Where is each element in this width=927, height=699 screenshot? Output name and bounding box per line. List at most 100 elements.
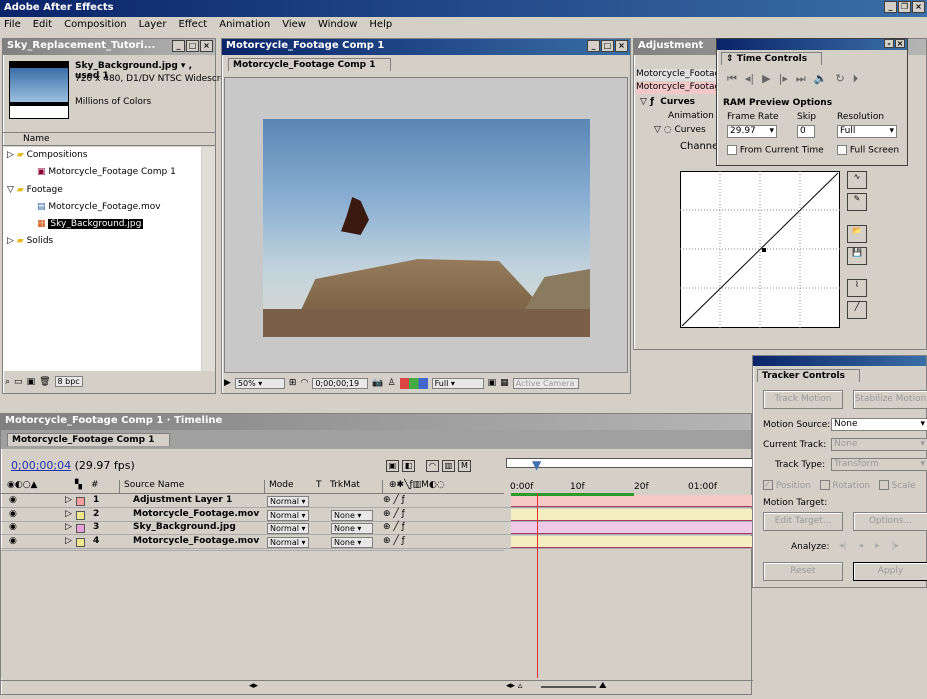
project-scrollbar[interactable] xyxy=(202,147,215,371)
layer-duration-bar[interactable] xyxy=(511,495,753,507)
trkmat-dropdown[interactable]: None ▾ xyxy=(331,523,373,534)
source-name-header[interactable]: Source Name xyxy=(119,480,264,493)
analyze-forward-icon[interactable]: ▸ xyxy=(875,541,880,551)
skip-input[interactable]: 0 xyxy=(797,125,815,138)
mode-dropdown[interactable]: Normal ▾ xyxy=(267,509,309,521)
shy-icon[interactable]: ◠ xyxy=(426,460,439,472)
bit-depth-button[interactable]: 8 bpc xyxy=(54,376,83,387)
resolution-dropdown[interactable]: Full ▾ xyxy=(837,125,897,138)
curves-effect-row[interactable]: ▽ ƒ Curves xyxy=(640,97,695,107)
minimize-button[interactable]: - xyxy=(884,39,894,48)
layer-switches[interactable]: ⊕ ╱ ƒ xyxy=(383,509,405,519)
menu-window[interactable]: Window xyxy=(318,19,357,32)
bezier-tool-icon[interactable]: ∿ xyxy=(847,171,867,189)
show-snapshot-icon[interactable]: ♙ xyxy=(388,378,396,388)
zoom-dropdown[interactable]: 50% ▾ xyxy=(234,377,285,389)
current-time-display[interactable]: 0;00;00;19 xyxy=(312,377,369,389)
expand-icon[interactable]: ◂▸ xyxy=(249,681,258,691)
layer-duration-bar[interactable] xyxy=(511,508,753,521)
mask-icon[interactable]: ◠ xyxy=(300,378,308,388)
resolution-dropdown[interactable]: Full ▾ xyxy=(431,377,484,389)
menu-animation[interactable]: Animation xyxy=(219,19,270,32)
curves-property[interactable]: ▽ ◌ Curves xyxy=(654,125,706,135)
expand-arrow-icon[interactable]: ▷ xyxy=(65,522,72,532)
layer-duration-bar[interactable] xyxy=(511,522,753,534)
minimize-button[interactable]: _ xyxy=(172,40,185,52)
mode-dropdown[interactable]: Normal ▾ xyxy=(267,523,309,534)
from-current-time-checkbox[interactable]: From Current Time xyxy=(727,145,824,156)
folder-solids[interactable]: ▷ ▰ Solids xyxy=(7,236,53,249)
analyze-back-frame-icon[interactable]: ◂| xyxy=(839,541,847,551)
find-icon[interactable]: ⌕ xyxy=(5,377,10,387)
eye-icon[interactable]: ◉ xyxy=(9,522,17,532)
trkmat-dropdown[interactable]: None ▾ xyxy=(331,536,373,548)
menu-composition[interactable]: Composition xyxy=(64,19,126,32)
camera-dropdown[interactable]: Active Camera xyxy=(512,377,579,389)
track-motion-button[interactable]: Track Motion xyxy=(763,390,843,409)
menu-help[interactable]: Help xyxy=(369,19,392,32)
pencil-tool-icon[interactable]: ✎ xyxy=(847,193,867,211)
tab-comp[interactable]: Motorcycle_Footage Comp 1 xyxy=(228,58,391,71)
transparency-grid-icon[interactable]: ▦ xyxy=(500,378,509,388)
layer-switches[interactable]: ⊕ ╱ ƒ xyxy=(383,495,405,505)
motion-source-dropdown[interactable]: None ▾ xyxy=(831,418,927,431)
eye-icon[interactable]: ◉ xyxy=(9,536,17,546)
layer-duration-bar[interactable] xyxy=(511,535,753,548)
position-checkbox[interactable]: ✓ Position xyxy=(763,480,811,491)
mode-dropdown[interactable]: Normal ▾ xyxy=(267,496,309,507)
rotation-checkbox[interactable]: Rotation xyxy=(819,480,870,491)
item-movie[interactable]: ▤ Motorcycle_Footage.mov xyxy=(37,202,161,215)
stabilize-motion-button[interactable]: Stabilize Motion xyxy=(853,390,927,409)
previous-frame-icon[interactable]: ◂| xyxy=(745,72,754,86)
smooth-icon[interactable]: ⌇ xyxy=(847,279,867,297)
tab-timeline-comp[interactable]: Motorcycle_Footage Comp 1 xyxy=(7,433,170,446)
layer-name[interactable]: Adjustment Layer 1 xyxy=(133,495,232,505)
current-time-indicator[interactable]: ▼ xyxy=(532,458,541,472)
zoom-out-icon[interactable]: ◂▸ ▵ xyxy=(506,681,522,691)
name-column-header[interactable]: Name xyxy=(3,132,215,146)
layer-row[interactable]: ◉ ▷ 1 Adjustment Layer 1 Normal ▾ ⊕ ╱ ƒ xyxy=(1,495,753,508)
layer-name[interactable]: Motorcycle_Footage.mov xyxy=(133,509,259,519)
menu-edit[interactable]: Edit xyxy=(33,19,52,32)
eye-icon[interactable]: ◉ xyxy=(9,495,17,505)
layer-row[interactable]: ◉ ▷ 3 Sky_Background.jpg Normal ▾ None ▾… xyxy=(1,522,753,535)
minimize-button[interactable]: _ xyxy=(884,1,897,13)
current-track-dropdown[interactable]: None ▾ xyxy=(831,438,927,451)
layer-row[interactable]: ◉ ▷ 2 Motorcycle_Footage.mov Normal ▾ No… xyxy=(1,508,753,522)
new-comp-icon[interactable]: ▣ xyxy=(27,377,36,387)
layer-name[interactable]: Sky_Background.jpg xyxy=(133,522,236,532)
new-folder-icon[interactable]: ▭ xyxy=(14,377,23,387)
eye-icon[interactable]: ◉ xyxy=(9,509,17,519)
channel-icon[interactable] xyxy=(399,377,428,389)
expand-arrow-icon[interactable]: ▷ xyxy=(65,536,72,546)
full-screen-checkbox[interactable]: Full Screen xyxy=(837,145,899,156)
save-icon[interactable]: 💾 xyxy=(847,247,867,265)
options-button[interactable]: Options... xyxy=(853,512,927,531)
label-color[interactable] xyxy=(76,537,85,547)
close-button[interactable]: × xyxy=(912,1,925,13)
menu-file[interactable]: File xyxy=(4,19,21,32)
next-frame-icon[interactable]: |▸ xyxy=(779,72,788,86)
layer-switches[interactable]: ⊕ ╱ ƒ xyxy=(383,536,405,546)
play-icon[interactable]: ▶ xyxy=(762,72,770,86)
label-color[interactable] xyxy=(76,524,85,533)
effects-layer-tab[interactable]: Motorcycle_Footag xyxy=(636,69,716,81)
close-button[interactable]: × xyxy=(895,39,905,48)
trkmat-dropdown[interactable]: None ▾ xyxy=(331,509,373,521)
label-color[interactable] xyxy=(76,510,85,520)
expand-arrow-icon[interactable]: ▷ xyxy=(65,495,72,505)
layer-name[interactable]: Motorcycle_Footage.mov xyxy=(133,536,259,546)
timeline-timecode[interactable]: 0;00;00;04 (29.97 fps) xyxy=(11,459,135,472)
analyze-forward-frame-icon[interactable]: |▸ xyxy=(892,541,900,551)
comp-viewport[interactable] xyxy=(224,77,628,373)
restore-button[interactable]: ❐ xyxy=(898,1,911,13)
analyze-backward-icon[interactable]: ◂ xyxy=(859,541,864,551)
scale-checkbox[interactable]: Scale xyxy=(878,480,916,491)
layer-row[interactable]: ◉ ▷ 4 Motorcycle_Footage.mov Normal ▾ No… xyxy=(1,535,753,549)
track-type-dropdown[interactable]: Transform ▾ xyxy=(831,458,927,471)
tab-time-controls[interactable]: ⇕ Time Controls xyxy=(721,52,823,65)
time-navigator[interactable] xyxy=(506,458,753,468)
ram-preview-icon[interactable]: ⏵ xyxy=(853,72,859,86)
comp-flowchart-icon[interactable]: ▣ xyxy=(386,460,399,472)
label-color[interactable] xyxy=(76,497,85,506)
